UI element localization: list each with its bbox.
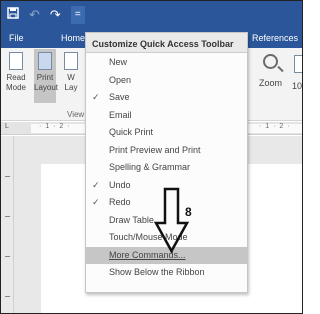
view-group-label: View [67,110,85,119]
title-bar: ↶ ↷ = [1,1,302,31]
vertical-ruler-tick [5,176,10,177]
read-mode-button[interactable]: Read Mode [5,52,27,93]
vertical-ruler-tick [5,296,10,297]
menu-item-touch-mouse-mode[interactable]: Touch/Mouse Mode [86,229,247,247]
menu-item-label: Undo [109,179,131,190]
word-window: ↶ ↷ = File Home References Read Mode Pri… [0,0,303,314]
menu-item-quick-print[interactable]: Quick Print [86,124,247,142]
menu-item-label: Print Preview and Print [109,144,201,155]
print-layout-button[interactable]: Print Layout [34,52,59,93]
vertical-ruler-tick [5,256,10,257]
ruler-marks-right: · 1 · 2 · [259,123,291,130]
save-icon[interactable] [7,6,19,24]
read-mode-icon [9,52,23,70]
print-layout-label-2: Layout [34,83,59,92]
menu-item-more-commands[interactable]: More Commands... [86,246,247,264]
menu-item-label: Draw Table [109,214,154,225]
tab-file[interactable]: File [9,33,24,43]
menu-item-show-below-ribbon[interactable]: Show Below the Ribbon [86,264,247,282]
menu-item-new[interactable]: New [86,54,247,72]
menu-item-label: Touch/Mouse Mode [109,232,188,242]
tab-home[interactable]: Home [61,33,85,43]
redo-icon[interactable]: ↷ [50,6,61,24]
zoom-button[interactable]: Zoom [259,54,282,88]
web-layout-button[interactable]: W Lay [61,52,81,93]
vertical-ruler[interactable] [1,136,14,313]
menu-item-label: Email [109,109,132,120]
menu-item-label: Spelling & Grammar [109,162,191,172]
menu-item-label: New [109,57,128,67]
print-layout-label-1: Print [36,73,54,82]
read-mode-label-1: Read [6,73,26,82]
zoom-100-button[interactable]: 10 [292,81,302,91]
customize-qat-menu: Customize Quick Access Toolbar New Open … [85,32,248,293]
menu-item-label: Redo [109,197,131,207]
ruler-marks-left: · 1 · 2 · [39,123,71,130]
menu-item-label: More Commands... [109,249,186,260]
magnifier-icon [263,54,278,69]
menu-item-spelling-grammar[interactable]: Spelling & Grammar [86,159,247,177]
menu-item-label: Show Below the Ribbon [109,267,205,277]
menu-item-print-preview[interactable]: Print Preview and Print [86,142,247,160]
menu-item-open[interactable]: Open [86,72,247,90]
quick-access-toolbar: ↶ ↷ = [7,6,85,24]
menu-item-email[interactable]: Email [86,107,247,125]
vertical-ruler-tick [5,216,10,217]
zoom-label: Zoom [259,78,283,88]
web-layout-icon [64,52,78,70]
check-icon: ✓ [92,197,100,207]
menu-item-label: Open [109,74,132,85]
menu-item-redo[interactable]: ✓ Redo [86,194,247,212]
menu-title: Customize Quick Access Toolbar [86,33,247,53]
print-layout-icon [38,52,52,70]
web-layout-label-1: W [67,73,75,82]
menu-item-label: Quick Print [109,127,154,137]
customize-qat-button[interactable]: = [70,6,85,24]
step-number: 8 [185,205,192,219]
check-icon: ✓ [92,179,100,190]
ruler-tab-marker[interactable]: L [5,123,10,130]
menu-item-save[interactable]: ✓ Save [86,89,247,107]
menu-item-label: Save [109,92,130,102]
web-layout-label-2: Lay [64,83,78,92]
menu-item-draw-table[interactable]: Draw Table [86,212,247,230]
menu-item-list: New Open ✓ Save Email Quick Print Print … [86,54,247,282]
menu-item-undo[interactable]: ✓ Undo [86,177,247,195]
read-mode-label-2: Mode [5,83,26,92]
undo-icon[interactable]: ↶ [29,6,40,24]
zoom-100-icon [294,55,302,73]
tab-references[interactable]: References [252,33,298,43]
check-icon: ✓ [92,92,100,102]
